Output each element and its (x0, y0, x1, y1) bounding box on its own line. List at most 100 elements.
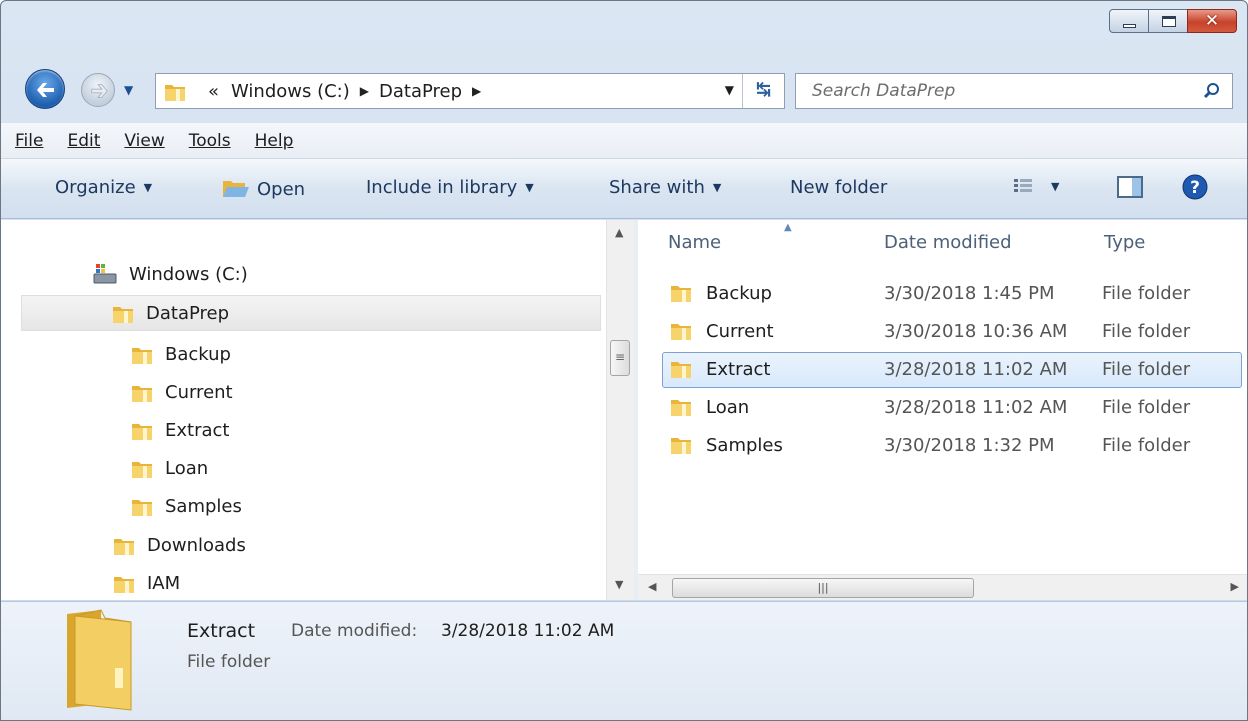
organize-button[interactable]: Organize ▼ (55, 177, 152, 198)
column-header-name[interactable]: Name ▲ (668, 220, 878, 264)
scroll-thumb[interactable]: ||| (672, 578, 974, 598)
details-date-label: Date modified: (291, 621, 418, 641)
file-date: 3/28/2018 11:02 AM (884, 397, 1068, 418)
help-button[interactable]: ? (1181, 173, 1209, 201)
back-icon (37, 83, 54, 97)
column-header-type[interactable]: Type (1104, 220, 1244, 264)
organize-label: Organize (55, 177, 136, 198)
navigation-bar: ▼ « Windows (C:) ▶ DataPrep ▶ ▼ ↹ Search… (1, 65, 1247, 115)
tree-item-extract[interactable]: Extract (131, 412, 229, 448)
file-name: Extract (706, 359, 771, 380)
column-label: Type (1104, 231, 1146, 253)
file-date: 3/30/2018 10:36 AM (884, 321, 1068, 342)
include-in-library-button[interactable]: Include in library ▼ (366, 177, 534, 198)
open-label: Open (257, 178, 306, 200)
tree-label: Backup (165, 343, 231, 365)
address-bar[interactable]: « Windows (C:) ▶ DataPrep ▶ ▼ ↹ (155, 73, 785, 109)
back-button[interactable] (25, 69, 65, 109)
tree-item-current[interactable]: Current (131, 374, 233, 410)
file-list: Name ▲ Date modified Type Backup 3/30/20… (638, 220, 1247, 600)
preview-pane-button[interactable] (1117, 175, 1143, 199)
crumb-separator-icon[interactable]: ▶ (360, 84, 369, 98)
file-type: File folder (1102, 397, 1191, 418)
file-name: Backup (706, 283, 772, 304)
file-row-backup[interactable]: Backup 3/30/2018 1:45 PM File folder (662, 276, 1242, 312)
crumb-dataprep[interactable]: DataPrep (379, 81, 462, 102)
scroll-down-icon[interactable]: ▼ (615, 578, 623, 591)
minimize-button[interactable] (1109, 9, 1149, 33)
refresh-button[interactable]: ↹ (742, 74, 784, 108)
address-dropdown-icon[interactable]: ▼ (725, 83, 734, 97)
share-with-button[interactable]: Share with ▼ (609, 177, 721, 198)
new-folder-button[interactable]: New folder (790, 177, 887, 198)
tree-label: Windows (C:) (129, 263, 248, 285)
file-row-current[interactable]: Current 3/30/2018 10:36 AM File folder (662, 314, 1242, 350)
close-icon: ✕ (1204, 11, 1220, 31)
horizontal-scrollbar[interactable]: ◀ ||| ▶ (638, 574, 1247, 600)
folder-icon (670, 282, 692, 309)
file-type: File folder (1102, 283, 1191, 304)
open-button[interactable]: Open (221, 177, 305, 201)
column-header-date[interactable]: Date modified (884, 220, 1094, 264)
menu-edit[interactable]: Edit (67, 131, 100, 151)
view-icon (1014, 179, 1032, 192)
folder-icon (131, 496, 153, 516)
folder-icon (670, 396, 692, 423)
menu-file[interactable]: File (15, 131, 43, 151)
tree-item-downloads[interactable]: Downloads (113, 527, 246, 563)
file-row-samples[interactable]: Samples 3/30/2018 1:32 PM File folder (662, 428, 1242, 464)
refresh-icon: ↹ (755, 79, 772, 100)
tree-item-windows-c[interactable]: Windows (C:) (93, 256, 248, 292)
navigation-pane: Windows (C:) DataPrep Backup Current Ext… (1, 220, 633, 600)
details-type: File folder (187, 652, 271, 672)
preview-pane-icon (1117, 176, 1143, 198)
menu-tools[interactable]: Tools (189, 131, 231, 151)
folder-icon (67, 609, 132, 711)
search-icon[interactable] (1202, 81, 1222, 106)
menu-help[interactable]: Help (255, 131, 294, 151)
new-folder-label: New folder (790, 177, 888, 198)
maximize-button[interactable] (1148, 9, 1188, 33)
tree-item-loan[interactable]: Loan (131, 450, 208, 486)
tree-item-backup[interactable]: Backup (131, 336, 231, 372)
chevron-down-icon: ▼ (712, 181, 722, 194)
crumb-separator-icon[interactable]: ▶ (472, 84, 481, 98)
scroll-right-icon[interactable]: ▶ (1231, 580, 1239, 593)
tree-item-dataprep[interactable]: DataPrep (21, 295, 601, 331)
scroll-thumb[interactable]: ≡ (610, 340, 630, 376)
address-overflow[interactable]: « (208, 81, 219, 102)
folder-icon (131, 382, 153, 402)
scroll-up-icon[interactable]: ▲ (615, 226, 623, 239)
file-row-loan[interactable]: Loan 3/28/2018 11:02 AM File folder (662, 390, 1242, 426)
tree-label: Samples (165, 495, 242, 517)
folder-icon (670, 434, 692, 461)
folder-icon (670, 358, 692, 385)
recent-pages-dropdown[interactable]: ▼ (124, 83, 133, 97)
search-placeholder: Search DataPrep (812, 81, 956, 101)
svg-text:?: ? (1190, 178, 1200, 198)
folder-icon (131, 344, 153, 364)
folder-icon (113, 573, 135, 593)
file-name: Current (706, 321, 774, 342)
menu-view[interactable]: View (124, 131, 164, 151)
change-view-button[interactable]: ▼ (1013, 177, 1059, 195)
open-folder-icon (223, 181, 249, 197)
search-box[interactable]: Search DataPrep (795, 73, 1233, 109)
crumb-windows-c[interactable]: Windows (C:) (231, 81, 350, 102)
tree-item-iam[interactable]: IAM (113, 565, 180, 601)
maximize-icon (1162, 16, 1176, 27)
chevron-down-icon: ▼ (143, 181, 153, 194)
navigation-scrollbar[interactable]: ▲ ≡ ▼ (606, 220, 634, 600)
forward-button[interactable] (81, 73, 115, 107)
folder-icon (113, 535, 135, 555)
chevron-down-icon: ▼ (1051, 179, 1060, 193)
tree-item-samples[interactable]: Samples (131, 488, 242, 524)
file-row-extract[interactable]: Extract 3/28/2018 11:02 AM File folder (662, 352, 1242, 388)
file-date: 3/30/2018 1:45 PM (884, 283, 1055, 304)
folder-icon (112, 303, 134, 323)
tree-label: Downloads (147, 534, 246, 556)
details-pane: Extract Date modified: 3/28/2018 11:02 A… (1, 601, 1247, 720)
scroll-left-icon[interactable]: ◀ (648, 580, 656, 593)
close-button[interactable]: ✕ (1187, 9, 1237, 33)
share-label: Share with (609, 177, 705, 198)
